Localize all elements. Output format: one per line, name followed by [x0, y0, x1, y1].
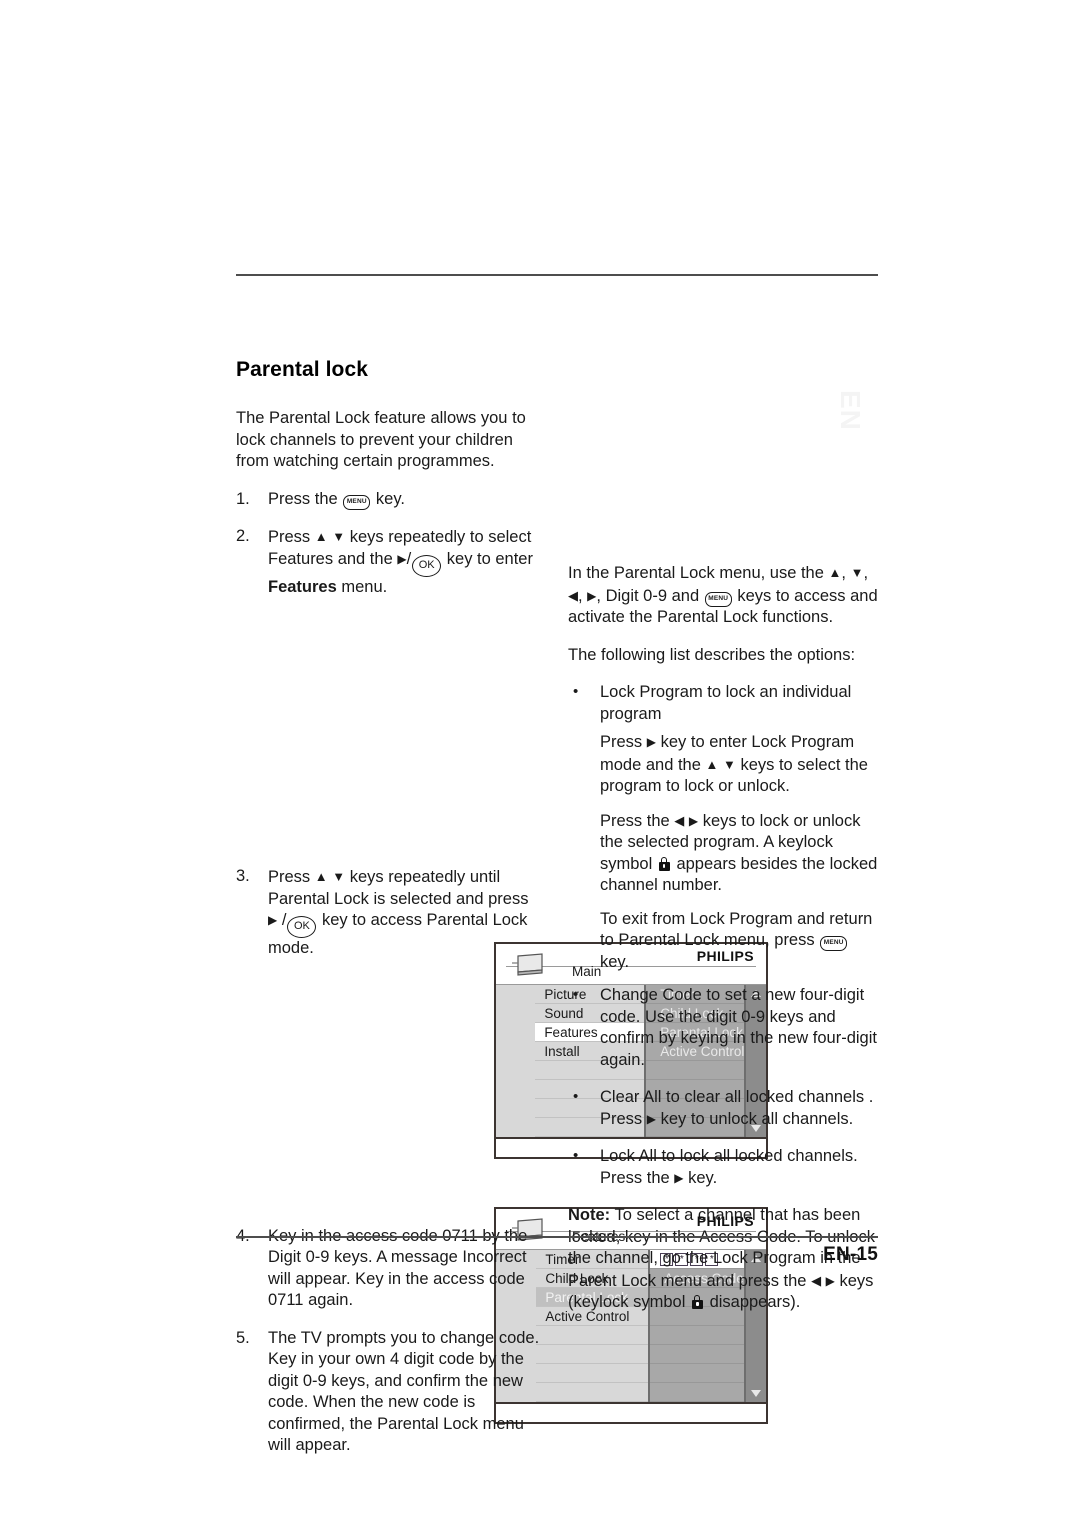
parental-usage-paragraph: In the Parental Lock menu, use the ▲, ▼,…	[568, 564, 878, 626]
usage-text-mid: , Digit 0-9 and	[596, 586, 700, 605]
arrow-left-icon: ◀	[811, 1272, 822, 1288]
arrow-up-icon: ▲	[314, 529, 328, 544]
ok-key-icon: OK	[412, 554, 442, 577]
step-3: 3. Press ▲ ▼ keys repeatedly until Paren…	[236, 867, 529, 957]
page-number: EN-15	[823, 1244, 878, 1265]
lock-program-detail-3: To exit from Lock Program and return to …	[568, 909, 880, 974]
step-2: 2. Press ▲ ▼ keys repeatedly to select F…	[236, 527, 533, 596]
step-2-text-post: key to enter	[446, 549, 533, 568]
bullet-clear-all-text-post: key to unlock all channels.	[660, 1109, 854, 1128]
left-column: Parental lock The Parental Lock feature …	[236, 358, 768, 1473]
menu-item-empty	[536, 1364, 649, 1383]
arrow-down-icon: ▼	[722, 756, 736, 772]
bullet-dot: •	[573, 1147, 579, 1164]
bullet-change-code-text: Change Code to set a new four-digit code…	[600, 986, 877, 1069]
note-label: Note:	[568, 1206, 611, 1224]
step-5-text: The TV prompts you to change code. Key i…	[268, 1328, 540, 1455]
arrow-down-icon: ▼	[850, 565, 864, 580]
bullet-clear-all: • Clear All to clear all locked channels…	[568, 1087, 880, 1130]
detail-text-pre: Press the	[600, 811, 670, 830]
keylock-icon	[658, 856, 670, 871]
footer-rule	[236, 1236, 878, 1238]
menu-spacer	[568, 358, 880, 562]
usage-text-pre: In the Parental Lock menu, use the	[568, 564, 824, 582]
ok-key-icon: OK	[287, 916, 317, 938]
step-3-text-pre: Press	[268, 868, 311, 886]
submenu-item-empty	[650, 1345, 744, 1364]
step-1: 1. Press the MENU key.	[236, 489, 542, 511]
note-text-post: disappears).	[709, 1293, 801, 1311]
header-rule	[236, 274, 878, 276]
arrow-down-icon: ▼	[332, 869, 346, 884]
submenu-item-empty	[650, 1326, 744, 1345]
manual-page: EN Parental lock The Parental Lock featu…	[0, 0, 1080, 1527]
arrow-up-icon: ▲	[314, 869, 328, 884]
tv-menu-main-gutter	[496, 985, 536, 1137]
bullet-lock-program-text: Lock Program to lock an individual progr…	[600, 683, 852, 723]
submenu-item-empty	[650, 1383, 744, 1402]
right-column: PHILIPS Parental Lock 106 Lock Program C…	[568, 358, 880, 1314]
step-2-text-bold: Features	[268, 577, 337, 596]
step-3-number: 3.	[236, 867, 250, 885]
bullet-dot: •	[573, 683, 579, 700]
menu-key-icon: MENU	[343, 494, 371, 510]
bullet-lock-program: • Lock Program to lock an individual pro…	[568, 682, 880, 725]
bullet-dot: •	[573, 1088, 579, 1105]
step-1-text-post: key.	[375, 489, 405, 508]
arrow-right-icon: ▶	[674, 1170, 684, 1185]
step-4-text: Key in the access code 0711 by the Digit…	[268, 1226, 528, 1310]
step-1-number: 1.	[236, 489, 250, 508]
step-2-text-tail: menu.	[341, 577, 388, 596]
arrow-left-icon: ◀	[568, 587, 578, 603]
detail-text-pre: Press	[600, 733, 643, 751]
keylock-icon	[691, 1295, 703, 1309]
arrow-right-icon: ▶	[688, 813, 699, 828]
scroll-down-arrow-icon[interactable]	[750, 1390, 761, 1397]
bullet-lock-all-text-post: key.	[688, 1168, 718, 1187]
bullet-lock-all-text-pre: Lock All to lock all locked channels. Pr…	[600, 1147, 858, 1187]
step-1-text-pre: Press the	[268, 489, 338, 508]
lock-program-detail-2: Press the ◀ ▶ keys to lock or unlock the…	[568, 810, 880, 897]
submenu-item-empty	[650, 1364, 744, 1383]
bullet-lock-all: • Lock All to lock all locked channels. …	[568, 1146, 880, 1189]
arrow-left-icon: ◀	[674, 812, 685, 828]
menu-key-icon: MENU	[820, 936, 848, 951]
detail-text-post: key.	[600, 952, 630, 971]
bullet-dot: •	[573, 986, 579, 1003]
intro-paragraph: The Parental Lock feature allows you to …	[236, 409, 526, 470]
step-5: 5. The TV prompts you to change code. Ke…	[236, 1328, 542, 1457]
step-2-text-pre: Press	[268, 528, 311, 546]
arrow-up-icon: ▲	[705, 756, 719, 772]
menu-item-empty	[536, 1345, 649, 1364]
step-5-number: 5.	[236, 1328, 250, 1347]
menu-item-empty	[536, 1383, 649, 1402]
arrow-right-icon: ▶	[397, 551, 407, 566]
arrow-right-icon: ▶	[646, 735, 657, 749]
arrow-right-icon: ▶	[825, 1273, 835, 1288]
menu-item-empty	[536, 1326, 649, 1345]
arrow-right-icon: ▶	[268, 913, 278, 927]
step-2-number: 2.	[236, 527, 250, 545]
bullet-change-code: • Change Code to set a new four-digit co…	[568, 985, 880, 1071]
arrow-down-icon: ▼	[332, 529, 346, 544]
page-title: Parental lock	[236, 358, 369, 381]
lock-program-detail-1: Press ▶ key to enter Lock Program mode a…	[568, 732, 880, 798]
options-lead-paragraph: The following list describes the options…	[568, 645, 856, 664]
menu-key-icon: MENU	[704, 591, 732, 607]
arrow-up-icon: ▲	[828, 565, 842, 580]
step-4: 4. Key in the access code 0711 by the Di…	[236, 1226, 542, 1312]
arrow-right-icon: ▶	[646, 1111, 657, 1126]
